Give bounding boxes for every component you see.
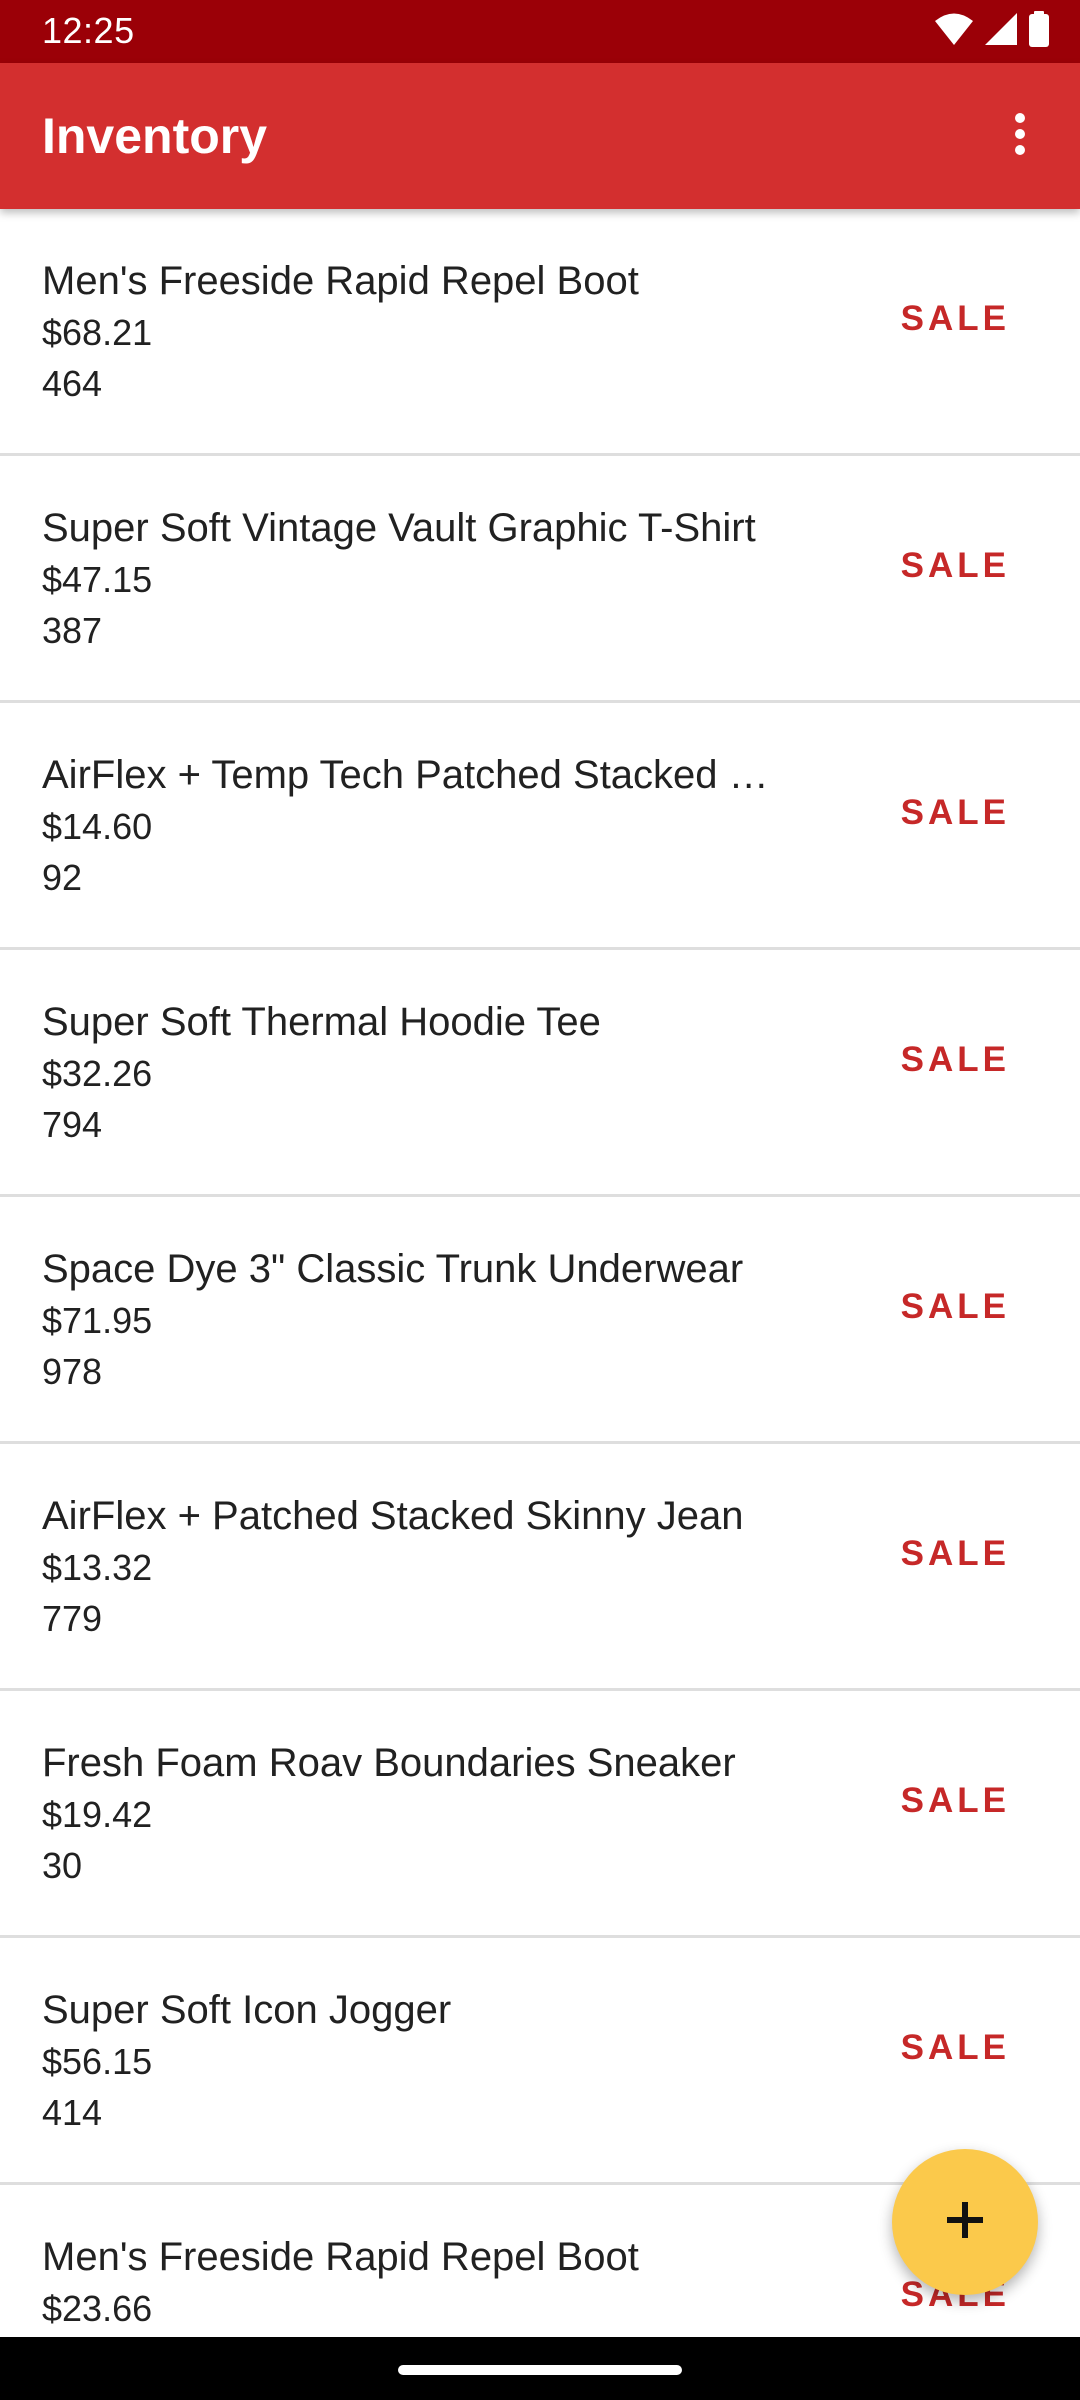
item-quantity: 414	[42, 2092, 103, 2133]
home-gesture-handle[interactable]	[398, 2365, 682, 2375]
inventory-list[interactable]: Men's Freeside Rapid Repel Boot $68.21 4…	[0, 209, 1080, 2337]
item-name: Fresh Foam Roav Boundaries Sneaker	[42, 1741, 736, 1785]
status-icons	[934, 10, 1050, 52]
overflow-menu-button[interactable]	[978, 94, 1062, 178]
sale-button[interactable]: SALE	[901, 2023, 1010, 2073]
wifi-icon	[934, 12, 974, 51]
inventory-screen: 12:25 Inventory Men's Freeside Rapid Rep…	[0, 0, 1080, 2400]
item-price: $71.95	[42, 1300, 153, 1341]
list-item[interactable]: Fresh Foam Roav Boundaries Sneaker $19.4…	[0, 1691, 1080, 1938]
item-quantity: 794	[42, 1104, 103, 1145]
item-quantity: 779	[42, 1598, 103, 1639]
item-name: Men's Freeside Rapid Repel Boot	[42, 259, 639, 303]
item-name: Space Dye 3" Classic Trunk Underwear	[42, 1247, 744, 1291]
status-bar: 12:25	[0, 0, 1080, 63]
list-item[interactable]: Men's Freeside Rapid Repel Boot $68.21 4…	[0, 209, 1080, 456]
app-bar: Inventory	[0, 63, 1080, 209]
item-price: $14.60	[42, 806, 153, 847]
item-price: $47.15	[42, 559, 153, 600]
battery-icon	[1028, 10, 1050, 52]
item-name: AirFlex + Patched Stacked Skinny Jean	[42, 1494, 744, 1538]
list-item[interactable]: AirFlex + Temp Tech Patched Stacked … $1…	[0, 703, 1080, 950]
sale-button[interactable]: SALE	[901, 1035, 1010, 1085]
list-item[interactable]: Super Soft Icon Jogger $56.15 414 SALE	[0, 1938, 1080, 2185]
list-item[interactable]: Super Soft Thermal Hoodie Tee $32.26 794…	[0, 950, 1080, 1197]
page-title: Inventory	[42, 108, 268, 164]
item-quantity: 387	[42, 610, 103, 651]
sale-button[interactable]: SALE	[901, 1529, 1010, 1579]
add-icon	[945, 2200, 985, 2245]
item-name: Super Soft Vintage Vault Graphic T-Shirt	[42, 506, 756, 550]
sale-button[interactable]: SALE	[901, 1776, 1010, 1826]
item-price: $19.42	[42, 1794, 153, 1835]
item-price: $13.32	[42, 1547, 153, 1588]
item-price: $32.26	[42, 1053, 153, 1094]
navigation-bar	[0, 2337, 1080, 2400]
item-quantity: 92	[42, 857, 83, 898]
item-quantity: 464	[42, 363, 103, 404]
item-price: $68.21	[42, 312, 153, 353]
item-quantity: 30	[42, 1845, 83, 1886]
cellular-signal-icon	[984, 12, 1018, 51]
item-quantity: 978	[42, 1351, 103, 1392]
item-name: Super Soft Icon Jogger	[42, 1988, 452, 2032]
list-item[interactable]: Super Soft Vintage Vault Graphic T-Shirt…	[0, 456, 1080, 703]
item-name: AirFlex + Temp Tech Patched Stacked …	[42, 753, 769, 797]
item-price: $23.66	[42, 2288, 153, 2329]
sale-button[interactable]: SALE	[901, 788, 1010, 838]
sale-button[interactable]: SALE	[901, 1282, 1010, 1332]
list-item[interactable]: Space Dye 3" Classic Trunk Underwear $71…	[0, 1197, 1080, 1444]
item-name: Super Soft Thermal Hoodie Tee	[42, 1000, 601, 1044]
item-name: Men's Freeside Rapid Repel Boot	[42, 2235, 639, 2279]
add-item-fab[interactable]	[892, 2149, 1038, 2295]
item-price: $56.15	[42, 2041, 153, 2082]
sale-button[interactable]: SALE	[901, 294, 1010, 344]
status-time: 12:25	[42, 10, 135, 51]
more-vert-icon	[1014, 112, 1026, 161]
sale-button[interactable]: SALE	[901, 541, 1010, 591]
list-item[interactable]: AirFlex + Patched Stacked Skinny Jean $1…	[0, 1444, 1080, 1691]
